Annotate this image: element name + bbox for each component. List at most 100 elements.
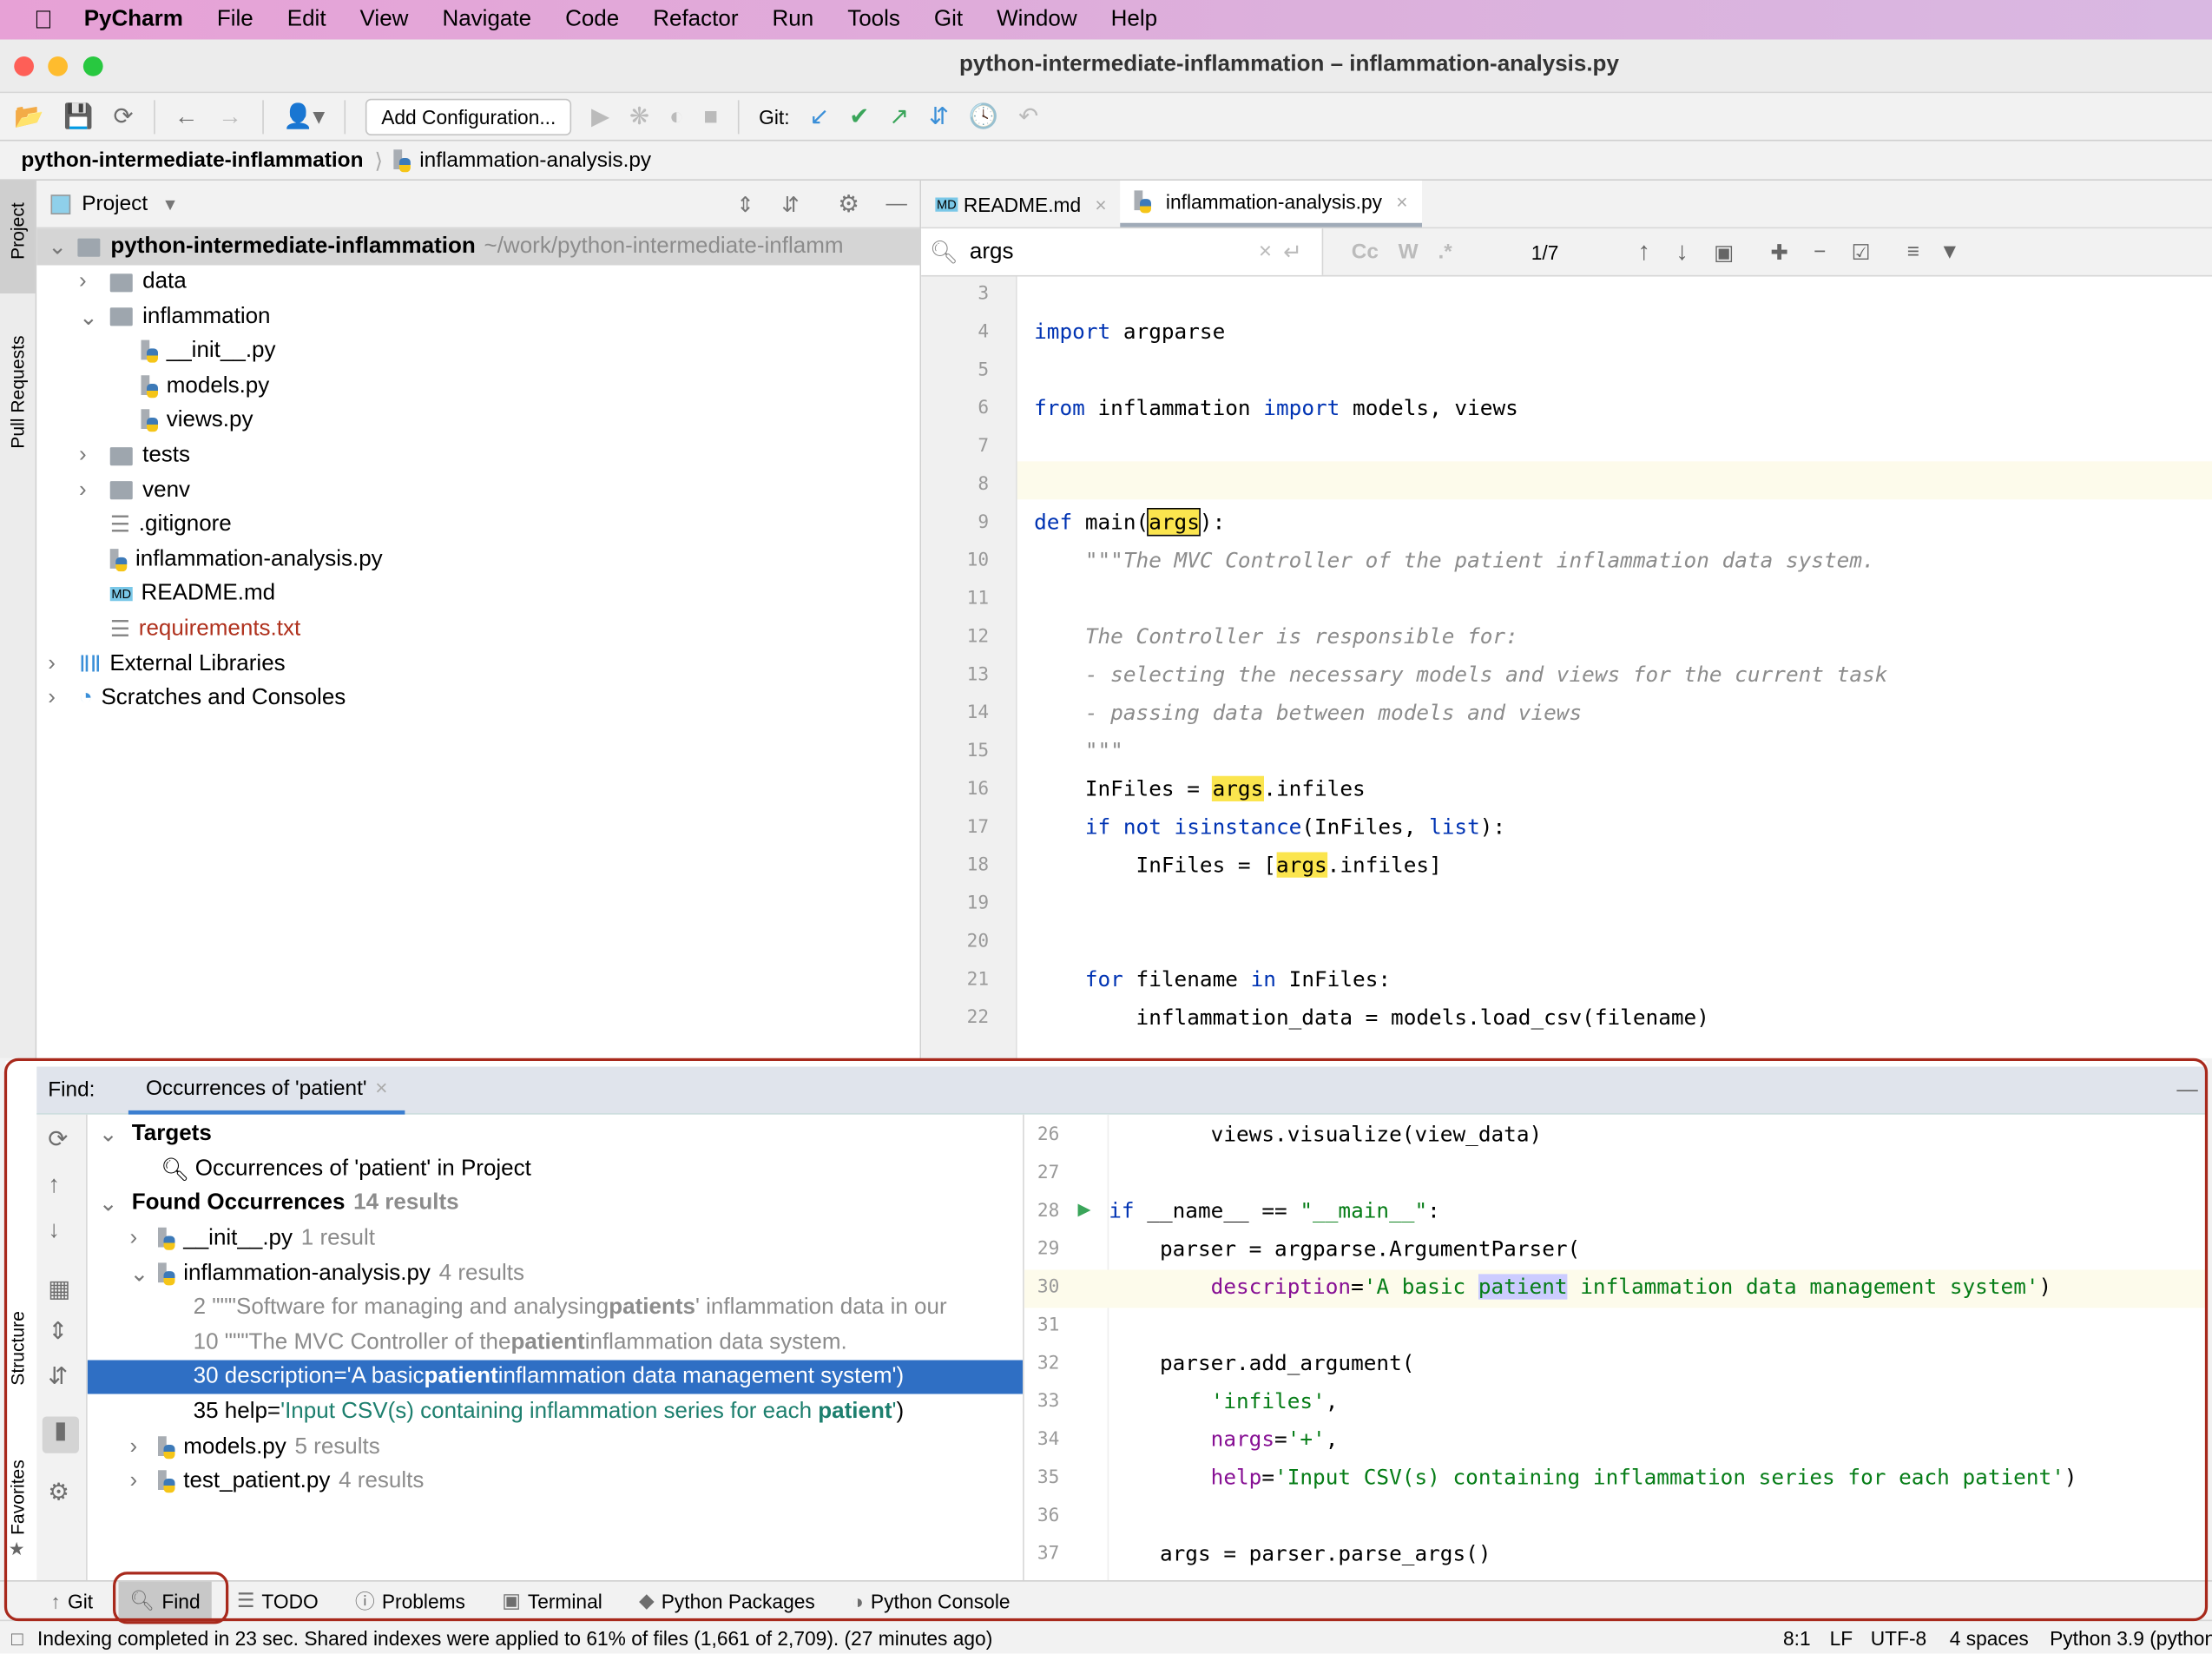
chevron-right-icon[interactable]: › (79, 478, 110, 503)
tool-window-find[interactable]: 🔍︎ Find (118, 1580, 212, 1621)
tree-root[interactable]: ⌄ python-intermediate-inflammation ~/wor… (48, 230, 843, 264)
menu-view[interactable]: View (360, 7, 409, 32)
targets-node[interactable]: ⌄ Targets (88, 1117, 1023, 1151)
match-case-toggle[interactable]: Cc (1352, 240, 1379, 264)
add-selection-icon[interactable]: ✚ (1770, 239, 1787, 265)
menu-refactor[interactable]: Refactor (653, 7, 738, 32)
close-tab-icon[interactable]: × (1095, 193, 1106, 215)
chevron-down-icon[interactable]: ▼ (161, 194, 178, 214)
stop-icon[interactable]: ■ (703, 102, 718, 131)
previous-occurrence-icon[interactable]: ↑ (1637, 237, 1650, 267)
tool-window-python-packages[interactable]: ◆ Python Packages (639, 1581, 815, 1621)
occurrence-row[interactable]: 35 help= 'Input CSV(s) containing inflamm… (88, 1395, 1023, 1429)
previous-occurrence-icon[interactable]: ↑ (48, 1171, 60, 1200)
run-gutter-icon[interactable]: ▶ (1078, 1199, 1091, 1219)
menu-window[interactable]: Window (997, 7, 1076, 32)
tree-item[interactable]: __init__.py (110, 334, 276, 368)
menu-file[interactable]: File (217, 7, 253, 32)
chevron-right-icon[interactable]: › (48, 651, 79, 676)
forward-icon[interactable]: → (218, 102, 242, 131)
minimize-window-button[interactable] (48, 56, 68, 76)
run-icon[interactable]: ▶ (591, 102, 609, 131)
expand-all-icon[interactable]: ⇕ (48, 1318, 68, 1347)
found-occurrences-node[interactable]: ⌄ Found Occurrences 14 results (88, 1187, 1023, 1221)
search-icon[interactable]: 🔍︎ (930, 238, 958, 267)
result-file-node[interactable]: ⌄ inflammation-analysis.py 4 results (88, 1256, 1023, 1290)
clear-search-icon[interactable]: × (1259, 239, 1272, 264)
git-merge-icon[interactable]: ⇵ (929, 102, 949, 131)
rerun-icon[interactable]: ⟳ (48, 1126, 68, 1155)
chevron-right-icon[interactable]: › (130, 1434, 159, 1460)
result-file-node[interactable]: › __init__.py 1 result (88, 1222, 1023, 1255)
tool-window-problems[interactable]: ⓘ Problems (355, 1581, 465, 1621)
debug-icon[interactable]: ❋ (629, 102, 649, 131)
minimize-icon[interactable]: — (2176, 1078, 2197, 1103)
history-icon[interactable]: 🕓 (969, 102, 998, 131)
menu-edit[interactable]: Edit (287, 7, 326, 32)
project-side-tab-label[interactable]: Project (7, 202, 28, 260)
find-results-tab[interactable]: Occurrences of 'patient' × (128, 1066, 405, 1114)
chevron-right-icon[interactable]: › (48, 686, 79, 711)
menu-run[interactable]: Run (772, 7, 813, 32)
status-toggle-icon[interactable]: □ (11, 1626, 23, 1649)
select-all-occurrences-icon[interactable]: ▣ (1714, 239, 1734, 265)
menu-git[interactable]: Git (934, 7, 963, 32)
git-commit-icon[interactable]: ✔ (849, 102, 869, 131)
tree-item[interactable]: › ◔ Scratches and Consoles (48, 682, 346, 715)
menu-navigate[interactable]: Navigate (442, 7, 531, 32)
group-by-icon[interactable]: ▦ (48, 1275, 70, 1304)
chevron-right-icon[interactable]: › (79, 269, 110, 294)
search-input[interactable]: args (970, 239, 1248, 264)
maximize-window-button[interactable] (82, 56, 103, 76)
python-interpreter[interactable]: Python 3.9 (python (2050, 1626, 2212, 1649)
chevron-down-icon[interactable]: ⌄ (79, 303, 110, 332)
menu-help[interactable]: Help (1111, 7, 1157, 32)
result-file-node[interactable]: › test_patient.py 4 results (88, 1465, 1023, 1499)
chevron-right-icon[interactable]: › (130, 1469, 159, 1494)
remove-selection-icon[interactable]: − (1814, 240, 1826, 264)
tool-window-terminal[interactable]: ▣ Terminal (502, 1581, 602, 1621)
occurrence-row[interactable]: 2 """Software for managing and analysing… (88, 1291, 1023, 1325)
next-occurrence-icon[interactable]: ↓ (1675, 237, 1689, 267)
tree-item[interactable]: ⌄ inflammation (79, 300, 271, 333)
select-all-icon[interactable]: ☑ (1852, 239, 1871, 265)
gear-icon[interactable]: ⚙ (48, 1479, 69, 1507)
menu-tools[interactable]: Tools (847, 7, 900, 32)
breadcrumb-project[interactable]: python-intermediate-inflammation (21, 148, 363, 173)
preview-toggle-icon[interactable]: ▮ (42, 1416, 79, 1453)
back-icon[interactable]: ← (174, 102, 199, 131)
status-message[interactable]: Indexing completed in 23 sec. Shared ind… (37, 1626, 992, 1649)
tree-item[interactable]: ☰ .gitignore (79, 508, 232, 542)
tool-window-python-console[interactable]: ◑ Python Console (852, 1581, 1011, 1621)
tree-item[interactable]: › tests (79, 438, 190, 472)
expand-all-icon[interactable]: ⇕ (736, 191, 754, 217)
indent-setting[interactable]: 4 spaces (1950, 1626, 2029, 1649)
tab-readme[interactable]: MD README.md × (921, 181, 1121, 227)
collapse-all-icon[interactable]: ⇵ (781, 191, 799, 217)
coverage-icon[interactable]: ◐ (669, 102, 684, 131)
tree-item[interactable]: models.py (110, 369, 269, 403)
chevron-right-icon[interactable]: › (79, 443, 110, 468)
git-push-icon[interactable]: ↗ (889, 102, 909, 131)
close-tab-icon[interactable]: × (375, 1076, 387, 1100)
sync-icon[interactable]: ⟳ (114, 102, 134, 131)
chevron-down-icon[interactable]: ⌄ (130, 1259, 159, 1288)
rollback-icon[interactable]: ↶ (1018, 102, 1038, 131)
tree-item[interactable]: › data (79, 266, 187, 300)
whole-words-toggle[interactable]: W (1399, 240, 1419, 264)
result-file-node[interactable]: › models.py 5 results (88, 1430, 1023, 1464)
save-icon[interactable]: 💾 (63, 102, 93, 131)
hide-panel-icon[interactable]: — (886, 192, 907, 216)
collapse-all-icon[interactable]: ⇵ (48, 1363, 68, 1392)
regex-toggle[interactable]: .* (1438, 240, 1452, 264)
menu-code[interactable]: Code (565, 7, 619, 32)
search-field[interactable]: 🔍︎ args × ↵ (921, 228, 1324, 275)
tree-item[interactable]: views.py (110, 404, 253, 438)
breadcrumb-file[interactable]: inflammation-analysis.py (419, 148, 651, 173)
pull-requests-side-tab[interactable]: Pull Requests (7, 335, 28, 448)
menu-app-name[interactable]: PyCharm (84, 7, 183, 32)
gear-icon[interactable]: ⚙ (838, 190, 859, 219)
filter-icon[interactable]: ▼ (1939, 240, 1960, 264)
favorites-side-tab[interactable]: Favorites (7, 1460, 28, 1535)
tab-inflammation-analysis[interactable]: inflammation-analysis.py × (1120, 181, 1422, 227)
